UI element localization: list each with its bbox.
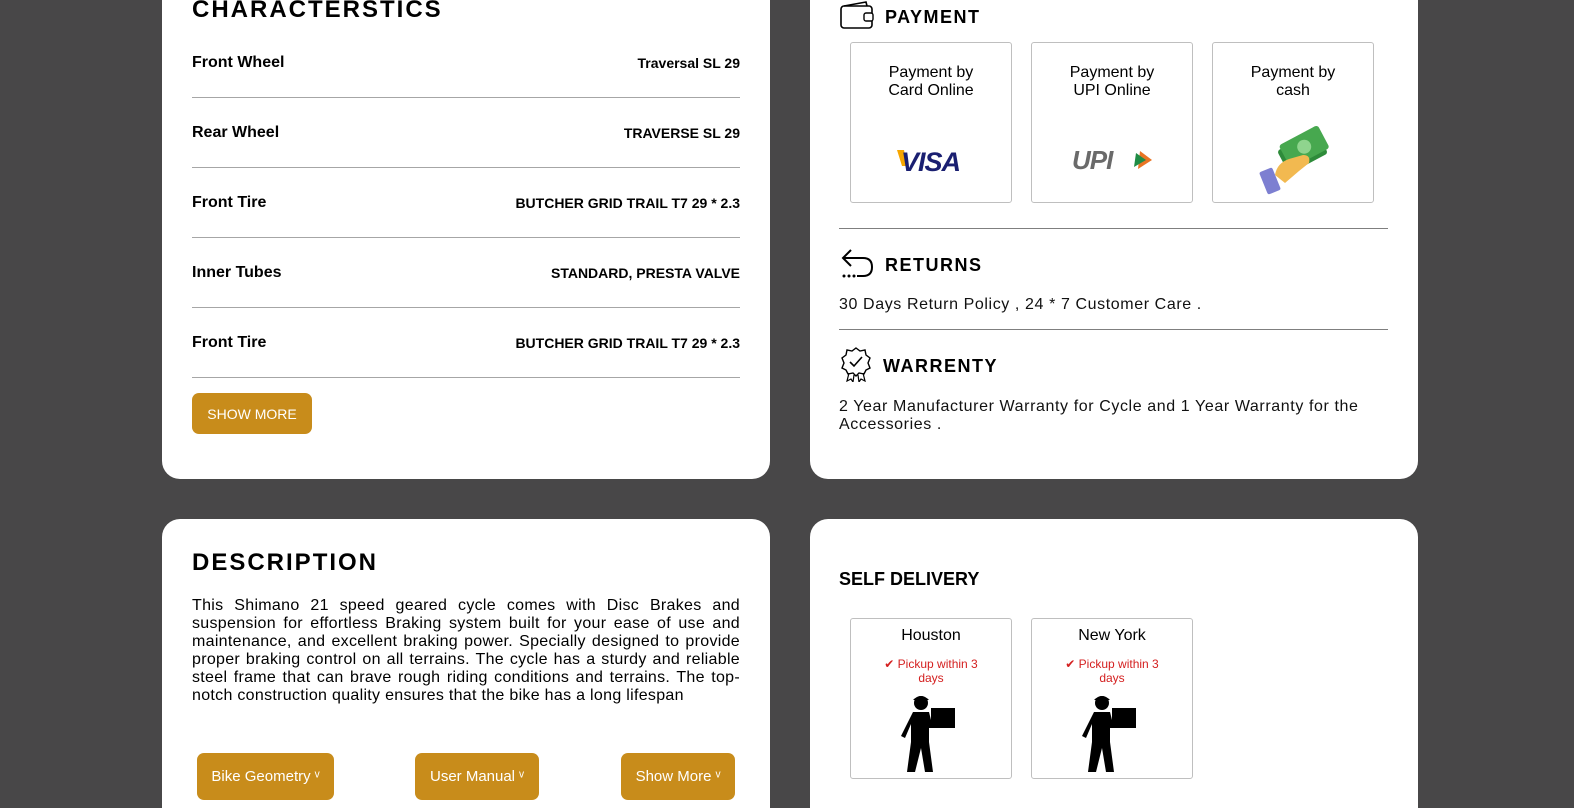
delivery-location[interactable]: New York ✔ Pickup within 3 days — [1031, 618, 1193, 779]
payment-card: PAYMENT Payment by Card Online VISA Paym… — [810, 0, 1418, 479]
payment-option-card[interactable]: Payment by Card Online VISA — [850, 42, 1012, 203]
characteristics-card: CHARACTERSTICS Front Wheel Traversal SL … — [162, 0, 770, 479]
user-manual-button[interactable]: User Manual ᵛ — [415, 753, 539, 800]
delivery-city: Houston — [901, 627, 961, 644]
self-delivery-card: SELF DELIVERY Houston ✔ Pickup within 3 … — [810, 519, 1418, 808]
spec-value: BUTCHER GRID TRAIL T7 29 * 2.3 — [515, 335, 740, 351]
spec-label: Front Tire — [192, 334, 267, 351]
delivery-location[interactable]: Houston ✔ Pickup within 3 days — [850, 618, 1012, 779]
section-divider — [839, 228, 1388, 229]
self-delivery-title: SELF DELIVERY — [839, 569, 980, 589]
spec-value: BUTCHER GRID TRAIL T7 29 * 2.3 — [515, 195, 740, 211]
delivery-person-icon — [1082, 696, 1136, 772]
spec-value: STANDARD, PRESTA VALVE — [550, 265, 740, 281]
show-more-button[interactable]: SHOW MORE — [192, 393, 312, 434]
warranty-badge-icon — [839, 346, 873, 387]
return-arrow-icon — [839, 246, 875, 285]
spec-label: Front Tire — [192, 194, 267, 211]
upi-brand-text: UPI — [1072, 147, 1114, 173]
returns-text: 30 Days Return Policy , 24 * 7 Customer … — [839, 296, 1202, 313]
cash-hand-icon — [1255, 125, 1335, 202]
spec-label: Front Wheel — [192, 54, 285, 71]
description-card: DESCRIPTION This Shimano 21 speed geared… — [162, 519, 770, 808]
visa-brand-text: VISA — [901, 147, 960, 174]
bike-geometry-button[interactable]: Bike Geometry ᵛ — [197, 753, 334, 800]
upi-logo-icon: UPI — [1072, 145, 1156, 178]
spec-row: Rear Wheel TRAVERSE SL 29 — [192, 98, 740, 168]
pickup-note: ✔ Pickup within 3 days — [1065, 657, 1159, 685]
section-divider — [839, 329, 1388, 330]
returns-header: RETURNS — [839, 246, 983, 285]
payment-option-cash[interactable]: Payment by cash — [1212, 42, 1374, 203]
spec-row: Front Tire BUTCHER GRID TRAIL T7 29 * 2.… — [192, 168, 740, 238]
warranty-text: 2 Year Manufacturer Warranty for Cycle a… — [839, 398, 1359, 433]
characteristics-title: CHARACTERSTICS — [192, 0, 443, 23]
payment-header: PAYMENT — [839, 0, 981, 35]
payment-option-upi[interactable]: Payment by UPI Online UPI — [1031, 42, 1193, 203]
spec-value: TRAVERSE SL 29 — [623, 125, 740, 141]
warranty-header: WARRENTY — [839, 346, 998, 387]
spec-label: Rear Wheel — [192, 124, 280, 141]
description-text: This Shimano 21 speed geared cycle comes… — [192, 597, 740, 704]
wallet-icon — [839, 0, 875, 35]
delivery-city: New York — [1078, 627, 1146, 644]
visa-logo-icon: VISA — [895, 146, 969, 179]
payment-option-label: Payment by Card Online — [888, 64, 974, 99]
payment-option-label: Payment by cash — [1250, 64, 1336, 99]
payment-title: PAYMENT — [885, 7, 981, 27]
returns-title: RETURNS — [885, 255, 983, 275]
description-title: DESCRIPTION — [192, 549, 379, 576]
pickup-note: ✔ Pickup within 3 days — [884, 657, 978, 685]
spec-value: Traversal SL 29 — [637, 55, 740, 71]
show-more-dropdown-button[interactable]: Show More ᵛ — [621, 753, 735, 800]
delivery-person-icon — [901, 696, 955, 772]
spec-row: Front Tire BUTCHER GRID TRAIL T7 29 * 2.… — [192, 308, 740, 378]
payment-option-label: Payment by UPI Online — [1069, 64, 1155, 99]
warranty-title: WARRENTY — [883, 356, 998, 376]
spec-row: Inner Tubes STANDARD, PRESTA VALVE — [192, 238, 740, 308]
spec-row: Front Wheel Traversal SL 29 — [192, 28, 740, 98]
spec-label: Inner Tubes — [192, 264, 282, 281]
